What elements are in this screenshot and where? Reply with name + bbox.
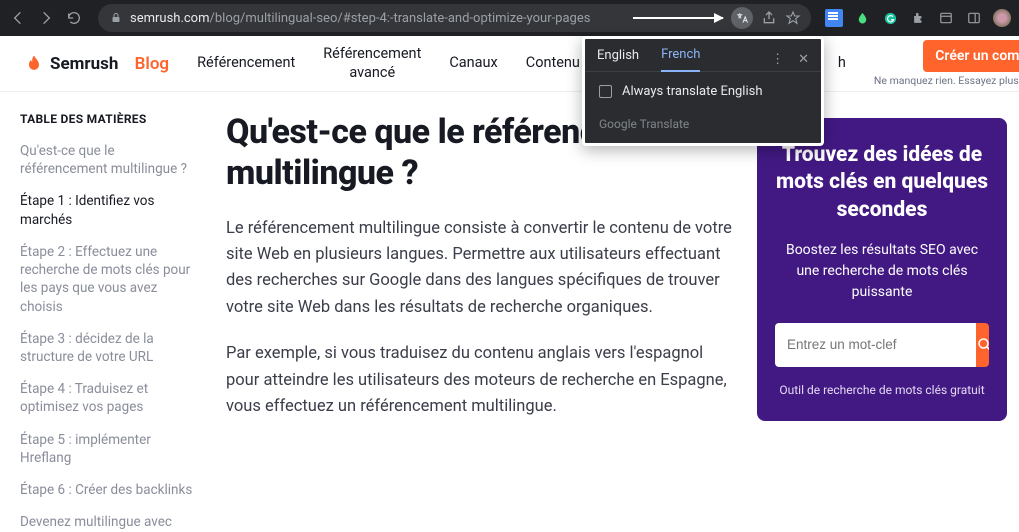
forward-button[interactable] — [36, 8, 56, 28]
toc-item-1[interactable]: Étape 1 : Identifiez vos marchés — [20, 192, 202, 228]
bookmark-star-icon[interactable] — [785, 10, 801, 26]
toc-item-5[interactable]: Étape 5 : implémenter Hreflang — [20, 431, 202, 467]
toc-item-7[interactable]: Devenez multilingue avec — [20, 513, 202, 531]
nav-contenu[interactable]: Contenu — [526, 54, 580, 72]
nav-referencement-avance[interactable]: Référencement avancé — [323, 45, 421, 81]
ext-droplet-icon[interactable] — [853, 9, 871, 27]
address-bar[interactable]: semrush.com/blog/multilingual-seo/#step-… — [98, 4, 811, 32]
extension-icons — [825, 9, 1011, 27]
reload-button[interactable] — [64, 8, 84, 28]
create-account-button[interactable]: Créer un compte gratuit — [923, 40, 1019, 72]
ext-panel-icon[interactable] — [965, 9, 983, 27]
ext-grammarly-icon[interactable] — [881, 9, 899, 27]
translate-popup: English French ⋮ ✕ Always translate Engl… — [582, 36, 824, 146]
nav-canaux[interactable]: Canaux — [449, 54, 497, 72]
ext-gdocs-icon[interactable] — [825, 9, 843, 27]
toc-item-4[interactable]: Étape 4 : Traduisez et optimisez vos pag… — [20, 380, 202, 416]
ext-window-icon[interactable] — [937, 9, 955, 27]
nav-referencement[interactable]: Référencement — [197, 54, 295, 72]
lock-icon — [110, 12, 122, 24]
toc-item-3[interactable]: Étape 3 : décidez de la structure de vot… — [20, 330, 202, 366]
article-paragraph-1: Le référencement multilingue consiste à … — [226, 216, 733, 322]
table-of-contents: TABLE DES MATIÈRES Qu'est-ce que le réfé… — [20, 112, 202, 518]
promo-search — [775, 323, 989, 367]
toc-item-6[interactable]: Étape 6 : Créer des backlinks — [20, 481, 202, 499]
header-subtext: Ne manquez rien. Essayez plus de 5 — [874, 74, 1019, 87]
brand-name: Semrush — [50, 54, 118, 74]
site-header: Semrush Blog Référencement Référencement… — [0, 36, 1019, 92]
keyword-input[interactable] — [775, 323, 976, 367]
article: Qu'est-ce que le référencement multiling… — [226, 112, 733, 518]
site-logo[interactable]: Semrush Blog — [24, 54, 169, 74]
always-translate-checkbox[interactable] — [599, 85, 612, 98]
promo-footer: Outil de recherche de mots clés gratuit — [775, 383, 989, 397]
nav-truncated[interactable]: h — [838, 54, 846, 72]
translate-tab-english[interactable]: English — [597, 48, 639, 71]
toc-item-0[interactable]: Qu'est-ce que le référencement multiling… — [20, 142, 202, 178]
promo-subtitle: Boostez les résultats SEO avec une reche… — [775, 240, 989, 303]
keyword-search-button[interactable] — [976, 323, 989, 367]
article-paragraph-2: Par exemple, si vous traduisez du conten… — [226, 341, 733, 420]
url-text: semrush.com/blog/multilingual-seo/#step-… — [130, 11, 590, 26]
translate-icon[interactable] — [731, 7, 753, 29]
annotation-arrow — [633, 17, 723, 19]
toc-item-2[interactable]: Étape 2 : Effectuez une recherche de mot… — [20, 243, 202, 316]
always-translate-label: Always translate English — [622, 84, 763, 99]
flame-icon — [24, 54, 44, 74]
translate-close-icon[interactable]: ✕ — [798, 52, 809, 67]
search-icon — [976, 336, 989, 354]
translate-tab-french[interactable]: French — [661, 47, 700, 72]
brand-suffix: Blog — [135, 54, 170, 74]
back-button[interactable] — [8, 8, 28, 28]
promo-card: Trouvez des idées de mots clés en quelqu… — [757, 118, 1007, 421]
extensions-puzzle-icon[interactable] — [909, 9, 927, 27]
toc-title: TABLE DES MATIÈRES — [20, 112, 202, 126]
browser-toolbar: semrush.com/blog/multilingual-seo/#step-… — [0, 0, 1019, 36]
main-content: TABLE DES MATIÈRES Qu'est-ce que le réfé… — [0, 92, 1019, 518]
translate-menu-icon[interactable]: ⋮ — [771, 52, 784, 67]
promo-title: Trouvez des idées de mots clés en quelqu… — [775, 142, 989, 224]
profile-avatar[interactable] — [993, 9, 1011, 27]
translate-footer: Google Translate — [585, 111, 821, 143]
share-icon[interactable] — [761, 10, 777, 26]
